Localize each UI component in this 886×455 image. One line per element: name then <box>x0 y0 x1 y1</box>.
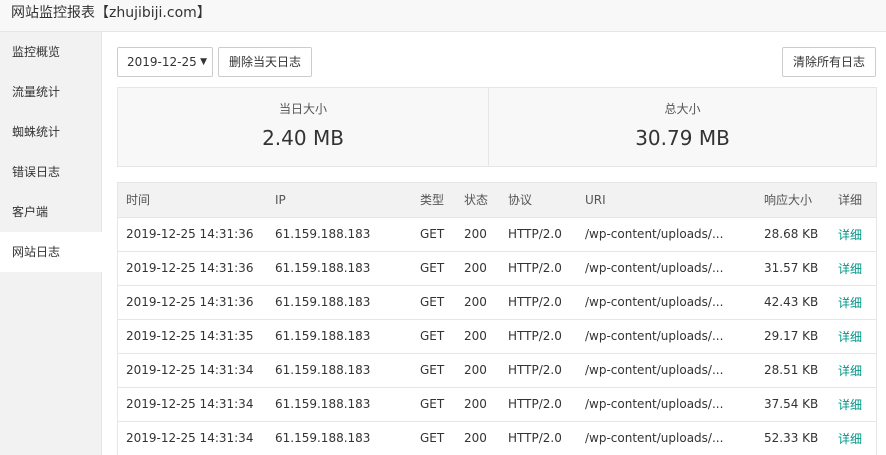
sidebar: 监控概览 流量统计 蜘蛛统计 错误日志 客户端 网站日志 <box>0 32 103 455</box>
table-row: 2019-12-25 14:31:34 61.159.188.183 GET 200 H… <box>118 386 876 421</box>
cell-status: 200 <box>456 216 500 251</box>
cell-status: 200 <box>456 420 500 455</box>
cell-uri: /wp-content/uploads/... <box>577 386 756 421</box>
table-row: 2019-12-25 14:31:36 61.159.188.183 GET 200 H… <box>118 284 876 319</box>
sidebar-item-overview[interactable]: 监控概览 <box>0 32 102 72</box>
cell-status: 200 <box>456 318 500 353</box>
sidebar-item-traffic[interactable]: 流量统计 <box>0 72 102 112</box>
sidebar-item-site-log[interactable]: 网站日志 <box>0 232 103 272</box>
cell-ip: 61.159.188.183 <box>267 318 412 353</box>
col-header-status: 状态 <box>456 183 500 217</box>
cell-uri: /wp-content/uploads/... <box>577 420 756 455</box>
cell-size: 28.51 KB <box>756 352 830 387</box>
cell-protocol: HTTP/2.0 <box>500 318 577 353</box>
cell-protocol: HTTP/2.0 <box>500 420 577 455</box>
window-title: 网站监控报表【zhujibiji.com】 <box>11 5 211 21</box>
col-header-ip: IP <box>267 183 412 217</box>
stat-total-value: 30.79 MB <box>635 126 730 150</box>
table-body: 2019-12-25 14:31:36 61.159.188.183 GET 200 H… <box>118 216 876 455</box>
cell-size: 28.68 KB <box>756 216 830 251</box>
cell-size: 29.17 KB <box>756 318 830 353</box>
cell-status: 200 <box>456 284 500 319</box>
table-row: 2019-12-25 14:31:34 61.159.188.183 GET 200 H… <box>118 352 876 387</box>
cell-time: 2019-12-25 14:31:36 <box>118 216 267 251</box>
table-row: 2019-12-25 14:31:36 61.159.188.183 GET 200 H… <box>118 250 876 285</box>
cell-protocol: HTTP/2.0 <box>500 386 577 421</box>
table-row: 2019-12-25 14:31:36 61.159.188.183 GET 200 H… <box>118 216 876 251</box>
cell-type: GET <box>412 250 456 285</box>
cell-time: 2019-12-25 14:31:34 <box>118 420 267 455</box>
cell-time: 2019-12-25 14:31:34 <box>118 352 267 387</box>
cell-size: 31.57 KB <box>756 250 830 285</box>
cell-type: GET <box>412 284 456 319</box>
cell-time: 2019-12-25 14:31:36 <box>118 284 267 319</box>
cell-status: 200 <box>456 250 500 285</box>
cell-uri: /wp-content/uploads/... <box>577 284 756 319</box>
log-table: 时间 IP 类型 状态 协议 URI 响应大小 详细 2019-12-25 14… <box>117 182 877 455</box>
sidebar-item-error-log[interactable]: 错误日志 <box>0 152 102 192</box>
col-header-type: 类型 <box>412 183 456 217</box>
cell-time: 2019-12-25 14:31:36 <box>118 250 267 285</box>
main-panel: 2019-12-25 ▼ 删除当天日志 清除所有日志 当日大小 2.40 MB … <box>102 32 886 455</box>
cell-size: 52.33 KB <box>756 420 830 455</box>
window-titlebar: 网站监控报表【zhujibiji.com】 <box>0 0 886 32</box>
cell-type: GET <box>412 318 456 353</box>
cell-ip: 61.159.188.183 <box>267 284 412 319</box>
cell-protocol: HTTP/2.0 <box>500 250 577 285</box>
col-header-protocol: 协议 <box>500 183 577 217</box>
detail-link[interactable]: 详细 <box>830 386 876 421</box>
stat-total: 总大小 30.79 MB <box>489 88 876 166</box>
cell-time: 2019-12-25 14:31:35 <box>118 318 267 353</box>
chevron-down-icon: ▼ <box>200 57 207 67</box>
sidebar-item-client[interactable]: 客户端 <box>0 192 102 232</box>
table-row: 2019-12-25 14:31:34 61.159.188.183 GET 200 H… <box>118 420 876 455</box>
cell-uri: /wp-content/uploads/... <box>577 216 756 251</box>
cell-type: GET <box>412 216 456 251</box>
date-select[interactable]: 2019-12-25 ▼ <box>117 47 213 77</box>
table-header-row: 时间 IP 类型 状态 协议 URI 响应大小 详细 <box>118 183 876 217</box>
cell-time: 2019-12-25 14:31:34 <box>118 386 267 421</box>
cell-type: GET <box>412 386 456 421</box>
cell-size: 37.54 KB <box>756 386 830 421</box>
cell-protocol: HTTP/2.0 <box>500 216 577 251</box>
cell-ip: 61.159.188.183 <box>267 250 412 285</box>
table-row: 2019-12-25 14:31:35 61.159.188.183 GET 200 H… <box>118 318 876 353</box>
cell-ip: 61.159.188.183 <box>267 352 412 387</box>
date-select-value: 2019-12-25 <box>127 55 197 69</box>
detail-link[interactable]: 详细 <box>830 250 876 285</box>
detail-link[interactable]: 详细 <box>830 318 876 353</box>
cell-protocol: HTTP/2.0 <box>500 352 577 387</box>
detail-link[interactable]: 详细 <box>830 284 876 319</box>
col-header-detail: 详细 <box>830 183 876 217</box>
cell-ip: 61.159.188.183 <box>267 386 412 421</box>
stat-today-label: 当日大小 <box>278 102 327 116</box>
cell-type: GET <box>412 420 456 455</box>
stats-panel: 当日大小 2.40 MB 总大小 30.79 MB <box>117 87 877 167</box>
col-header-time: 时间 <box>118 183 267 217</box>
detail-link[interactable]: 详细 <box>830 420 876 455</box>
detail-link[interactable]: 详细 <box>830 352 876 387</box>
stat-total-label: 总大小 <box>664 102 701 116</box>
clear-all-logs-button[interactable]: 清除所有日志 <box>782 47 876 77</box>
col-header-uri: URI <box>577 183 756 217</box>
stat-today: 当日大小 2.40 MB <box>118 88 489 166</box>
sidebar-item-spider[interactable]: 蜘蛛统计 <box>0 112 102 152</box>
cell-type: GET <box>412 352 456 387</box>
cell-uri: /wp-content/uploads/... <box>577 352 756 387</box>
cell-status: 200 <box>456 386 500 421</box>
stat-today-value: 2.40 MB <box>262 126 344 150</box>
cell-uri: /wp-content/uploads/... <box>577 318 756 353</box>
cell-uri: /wp-content/uploads/... <box>577 250 756 285</box>
cell-size: 42.43 KB <box>756 284 830 319</box>
cell-ip: 61.159.188.183 <box>267 216 412 251</box>
cell-status: 200 <box>456 352 500 387</box>
cell-ip: 61.159.188.183 <box>267 420 412 455</box>
detail-link[interactable]: 详细 <box>830 216 876 251</box>
col-header-size: 响应大小 <box>756 183 830 217</box>
delete-day-log-button[interactable]: 删除当天日志 <box>218 47 312 77</box>
cell-protocol: HTTP/2.0 <box>500 284 577 319</box>
